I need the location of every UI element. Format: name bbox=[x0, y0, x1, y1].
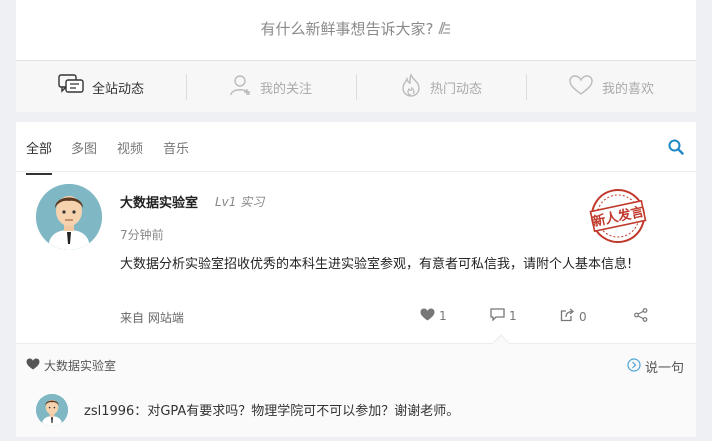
tab-video[interactable]: 视频 bbox=[117, 138, 143, 157]
share-count: 0 bbox=[579, 309, 587, 324]
post-source: 来自 网站端 bbox=[120, 309, 184, 326]
nav-label: 热门动态 bbox=[429, 81, 482, 97]
share-icon bbox=[560, 308, 579, 325]
more-share-button[interactable] bbox=[634, 308, 652, 325]
say-something-button[interactable]: 说一句 bbox=[627, 357, 684, 376]
tab-multi-image[interactable]: 多图 bbox=[71, 138, 97, 157]
new-user-stamp-icon: 新人发言 bbox=[584, 184, 652, 252]
say-label: 说一句 bbox=[644, 361, 684, 376]
status-prompt-text[interactable]: 有什么新鲜事想告诉大家? bbox=[261, 20, 434, 38]
like-button[interactable]: 1 bbox=[420, 308, 447, 324]
heart-outline-icon bbox=[568, 74, 602, 100]
nav-all-activity[interactable]: 全站动态 bbox=[16, 61, 186, 113]
filter-tabs: 全部 多图 视频 音乐 bbox=[16, 122, 696, 175]
flame-icon bbox=[400, 73, 430, 101]
chat-bubbles-icon bbox=[58, 74, 92, 100]
feed-nav-bar: 全站动态 我的关注 热门动态 我的喜欢 bbox=[16, 60, 696, 112]
heart-icon bbox=[26, 358, 44, 373]
heart-icon bbox=[420, 308, 439, 324]
user-level-badge: Lv1 实习 bbox=[215, 195, 265, 209]
tab-all[interactable]: 全部 bbox=[26, 138, 53, 175]
comment-username[interactable]: zsl1996 bbox=[84, 404, 134, 419]
post-author[interactable]: 大数据实验室 bbox=[120, 192, 198, 211]
comment-button[interactable]: 1 bbox=[490, 308, 517, 324]
comment-section: 大数据实验室 说一句 zsl1996：对GPA有要求吗？物理学院可不可以参加？谢… bbox=[16, 344, 696, 437]
nav-hot-activity[interactable]: 热门动态 bbox=[356, 61, 526, 113]
comment-owner: 大数据实验室 bbox=[26, 357, 116, 374]
nav-following[interactable]: 我的关注 bbox=[186, 61, 356, 113]
comment-icon bbox=[490, 308, 509, 324]
status-prompt-text-row[interactable]: 有什么新鲜事想告诉大家? bbox=[16, 18, 696, 40]
nav-label: 我的关注 bbox=[259, 81, 312, 97]
post-timestamp[interactable]: 7分钟前 bbox=[120, 226, 164, 243]
source-link[interactable]: 网站端 bbox=[148, 311, 184, 325]
avatar[interactable] bbox=[36, 184, 102, 250]
share-button[interactable]: 0 bbox=[560, 308, 587, 325]
user-add-icon bbox=[230, 74, 260, 100]
nav-label: 我的喜欢 bbox=[601, 81, 654, 97]
status-prompt[interactable]: 有什么新鲜事想告诉大家? bbox=[16, 0, 696, 60]
comment-count: 1 bbox=[509, 309, 517, 323]
commenter-avatar[interactable] bbox=[36, 394, 68, 426]
chevron-circle-icon bbox=[627, 357, 645, 376]
feed-card: 全部 多图 视频 音乐 大数据实验室 Lv1 实习 7分钟前 新人发言 大数据分… bbox=[16, 122, 696, 437]
source-prefix: 来自 bbox=[120, 311, 145, 325]
comment-text: 对GPA有要求吗？物理学院可不可以参加？谢谢老师。 bbox=[147, 404, 460, 419]
like-count: 1 bbox=[439, 309, 447, 323]
pencil-icon bbox=[437, 20, 451, 40]
share-nodes-icon bbox=[634, 308, 652, 325]
nav-label: 全站动态 bbox=[91, 81, 144, 97]
post-content: 大数据分析实验室招收优秀的本科生进实验室参观，有意者可私信我，请附个人基本信息! bbox=[120, 257, 633, 272]
tab-music[interactable]: 音乐 bbox=[163, 138, 189, 157]
comment-separator: ： bbox=[134, 404, 148, 419]
nav-my-likes[interactable]: 我的喜欢 bbox=[526, 61, 696, 113]
search-icon[interactable] bbox=[668, 139, 684, 159]
comment-owner-name[interactable]: 大数据实验室 bbox=[44, 357, 116, 374]
comment-item: zsl1996：对GPA有要求吗？物理学院可不可以参加？谢谢老师。 bbox=[84, 400, 459, 419]
